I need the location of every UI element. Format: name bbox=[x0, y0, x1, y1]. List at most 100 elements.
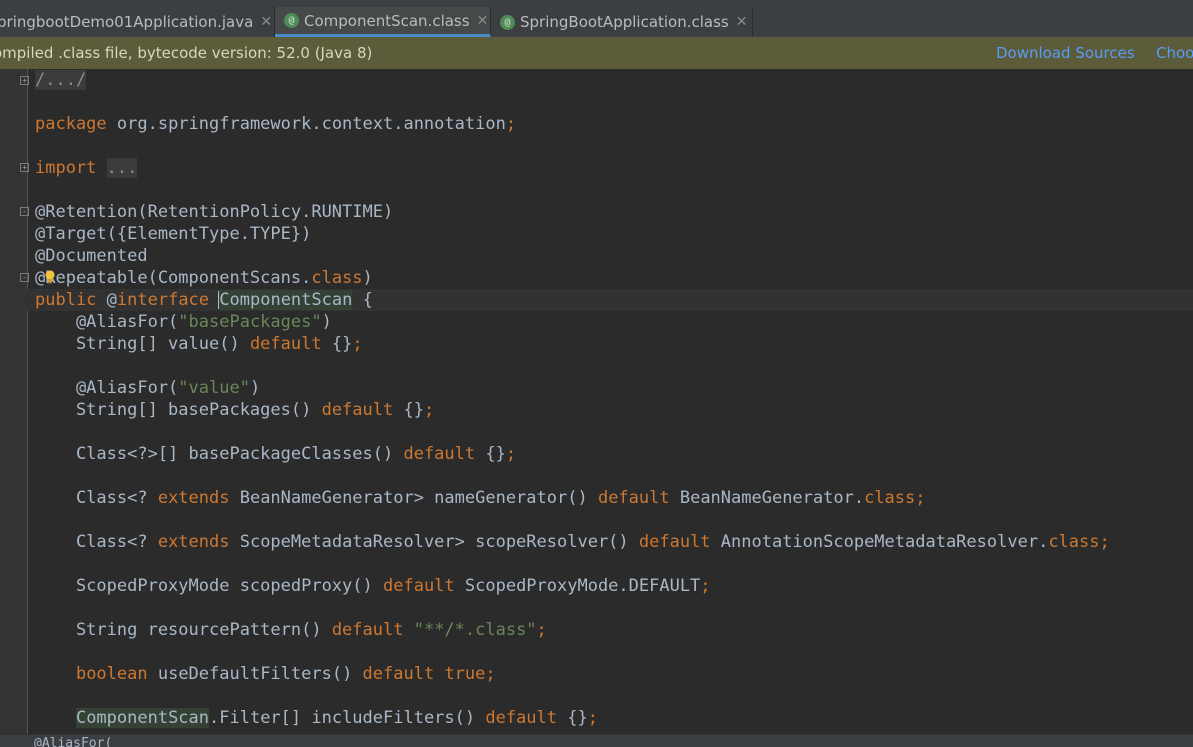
code-line: String resourcePattern() default "**/*.c… bbox=[35, 619, 547, 641]
choose-sources-link[interactable]: Choo bbox=[1156, 44, 1193, 62]
code-text: ScopeMetadataResolver> scopeResolver() bbox=[229, 532, 639, 552]
semicolon: ; bbox=[352, 334, 363, 354]
code-line: public @interface ComponentScan { bbox=[35, 289, 373, 311]
close-icon[interactable]: ✕ bbox=[260, 14, 272, 30]
keyword: default bbox=[321, 400, 394, 420]
code-line: ComponentScan.Filter[] includeFilters() … bbox=[35, 707, 598, 729]
tab-springbootdemo01application[interactable]: pringbootDemo01Application.java ✕ bbox=[0, 7, 275, 37]
banner-text: ompiled .class file, bytecode version: 5… bbox=[0, 44, 373, 62]
annotation: @Target({ElementType.TYPE}) bbox=[35, 224, 312, 244]
keyword: import bbox=[35, 158, 97, 178]
keyword: class; bbox=[864, 488, 926, 508]
keyword: boolean bbox=[75, 664, 148, 684]
keyword: default bbox=[403, 444, 476, 464]
tab-label: ComponentScan.class bbox=[304, 11, 470, 30]
code-text: org.springframework.context.annotation bbox=[106, 114, 506, 134]
code-text: @ bbox=[96, 290, 117, 310]
code-text: String[] basePackages() bbox=[35, 400, 322, 420]
code-line: ScopedProxyMode scopedProxy() default Sc… bbox=[35, 575, 711, 597]
semicolon: ; bbox=[700, 576, 711, 596]
keyword: default bbox=[362, 664, 435, 684]
code-text: { bbox=[352, 290, 373, 310]
fold-collapse-icon[interactable]: - bbox=[20, 273, 29, 282]
code-text: {} bbox=[557, 708, 588, 728]
code-text: ScopedProxyMode scopedProxy() bbox=[35, 576, 383, 596]
code-text: {} bbox=[475, 444, 506, 464]
code-text: @AliasFor( bbox=[35, 378, 179, 398]
code-text: ScopedProxyMode.DEFAULT bbox=[454, 576, 701, 596]
code-text: {} bbox=[393, 400, 424, 420]
code-line: boolean useDefaultFilters() default true… bbox=[35, 663, 496, 685]
tab-springbootapplication[interactable]: @ SpringBootApplication.class ✕ bbox=[491, 7, 753, 37]
code-line: String[] basePackages() default {}; bbox=[35, 399, 434, 421]
annotation-icon: @ bbox=[500, 14, 515, 30]
keyword: interface bbox=[116, 290, 210, 310]
download-sources-link[interactable]: Download Sources bbox=[996, 44, 1135, 62]
string-literal: "value" bbox=[178, 378, 250, 398]
code-text: ) bbox=[249, 378, 261, 398]
code-line: /.../ bbox=[35, 69, 87, 91]
class-name: ComponentScan bbox=[75, 708, 210, 728]
tab-label: SpringBootApplication.class bbox=[520, 13, 729, 31]
code-editor[interactable]: /.../ package org.springframework.contex… bbox=[35, 69, 1193, 734]
semicolon: ; bbox=[505, 444, 517, 464]
keyword: public bbox=[35, 290, 97, 310]
fold-collapse-icon[interactable]: - bbox=[20, 207, 29, 216]
keyword: default bbox=[383, 576, 455, 596]
keyword: class; bbox=[1048, 532, 1110, 552]
fold-expand-icon[interactable]: + bbox=[20, 76, 29, 85]
annotation: @Documented bbox=[35, 246, 148, 266]
code-text: BeanNameGenerator> nameGenerator() bbox=[229, 488, 598, 508]
code-text: ) bbox=[321, 312, 332, 332]
code-text: String resourcePattern() bbox=[35, 620, 332, 640]
code-text: Class<? bbox=[35, 532, 158, 552]
code-line: Class<? extends BeanNameGenerator> nameG… bbox=[35, 487, 926, 509]
keyword: class bbox=[311, 268, 363, 288]
code-text: AnnotationScopeMetadataResolver. bbox=[710, 532, 1049, 552]
code-text: useDefaultFilters() bbox=[147, 664, 363, 684]
code-text: {} bbox=[321, 334, 353, 354]
partial-code-line-strip: @AliasFor( bbox=[0, 734, 1193, 747]
semicolon: ; bbox=[587, 708, 598, 728]
semicolon: ; bbox=[536, 620, 547, 640]
code-text: @Repeatable(ComponentScans. bbox=[35, 268, 312, 288]
code-line: String[] value() default {}; bbox=[35, 333, 363, 355]
annotation-icon: @ bbox=[284, 13, 299, 28]
annotation: @Retention(RetentionPolicy.RUNTIME) bbox=[35, 202, 394, 222]
keyword: default bbox=[485, 708, 558, 728]
keyword: true; bbox=[434, 664, 496, 684]
decompiled-notice-banner: ompiled .class file, bytecode version: 5… bbox=[0, 37, 1193, 69]
code-line: @Retention(RetentionPolicy.RUNTIME) bbox=[35, 201, 393, 223]
keyword: extends bbox=[157, 532, 230, 552]
code-text: @AliasFor( bbox=[35, 312, 179, 332]
code-line: Class<? extends ScopeMetadataResolver> s… bbox=[35, 531, 1110, 553]
tab-componentscan[interactable]: @ ComponentScan.class ✕ bbox=[275, 7, 491, 37]
keyword: package bbox=[35, 114, 107, 134]
code-line: @Target({ElementType.TYPE}) bbox=[35, 223, 311, 245]
code-line: @AliasFor("basePackages") bbox=[35, 311, 332, 333]
close-icon[interactable]: ✕ bbox=[736, 14, 748, 30]
keyword: default bbox=[249, 334, 322, 354]
keyword: default bbox=[331, 620, 404, 640]
keyword: default bbox=[597, 488, 670, 508]
lightbulb-icon[interactable] bbox=[44, 270, 56, 284]
code-line: @AliasFor("value") bbox=[35, 377, 260, 399]
code-line: Class<?>[] basePackageClasses() default … bbox=[35, 443, 516, 465]
keyword: extends bbox=[157, 488, 230, 508]
keyword: default bbox=[638, 532, 711, 552]
code-text: Class<? bbox=[35, 488, 158, 508]
string-literal: "**/*.class" bbox=[413, 620, 537, 640]
folded-imports[interactable]: ... bbox=[106, 158, 138, 178]
code-text: ) bbox=[362, 268, 373, 288]
code-text: BeanNameGenerator. bbox=[669, 488, 865, 508]
code-text: String[] value() bbox=[35, 334, 250, 354]
code-line: package org.springframework.context.anno… bbox=[35, 113, 516, 135]
code-text: Class<?>[] basePackageClasses() bbox=[35, 444, 404, 464]
class-name: ComponentScan bbox=[219, 290, 353, 310]
fold-expand-icon[interactable]: + bbox=[20, 163, 29, 172]
folded-comment[interactable]: /.../ bbox=[35, 70, 87, 90]
close-icon[interactable]: ✕ bbox=[477, 13, 489, 29]
string-literal: "basePackages" bbox=[178, 312, 322, 332]
semicolon: ; bbox=[423, 400, 435, 420]
